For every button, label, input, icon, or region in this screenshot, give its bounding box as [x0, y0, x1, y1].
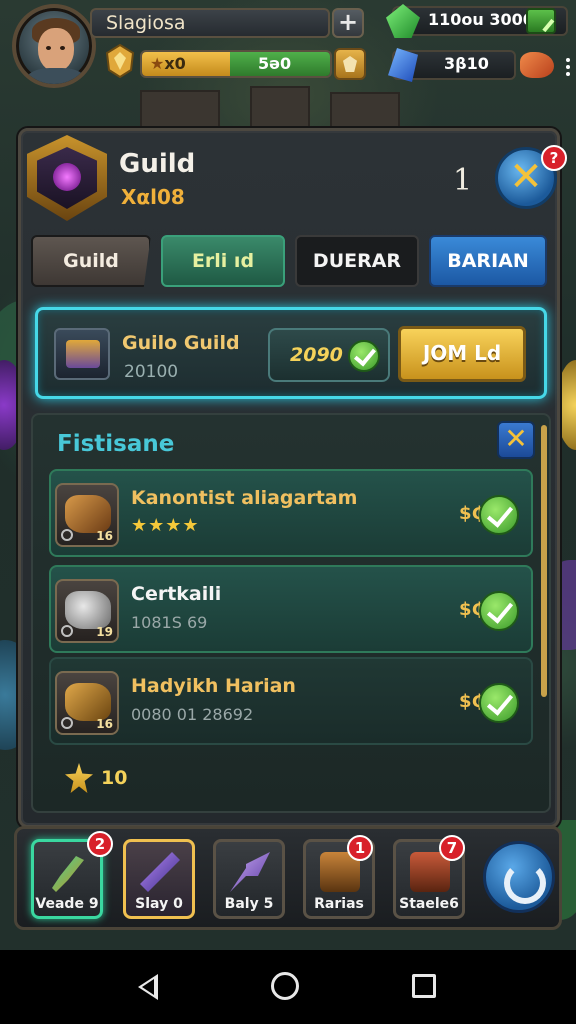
panel-subtitle: Xαl08	[121, 185, 185, 209]
item-name: Kanontist aliagartam	[131, 487, 358, 509]
member-count-value: 10	[101, 767, 128, 789]
guild-emblem-icon	[27, 135, 107, 221]
join-button[interactable]: JOM Ld	[398, 326, 526, 382]
list-close-button[interactable]: ✕	[497, 421, 535, 459]
bottom-dock: Veade 9 2 Slay 0 Baly 5 Rarias 1 Staele6…	[14, 826, 562, 930]
shield-button[interactable]	[334, 48, 366, 80]
dock-item-slay[interactable]: Slay 0	[123, 839, 195, 919]
item-sub: 1081S 69	[131, 613, 208, 632]
buy-gems-button[interactable]	[526, 8, 556, 34]
player-name: Slagiosa	[90, 8, 330, 38]
list-item[interactable]: 19 Certkaili 1081S 69 $₵	[49, 565, 533, 653]
featured-guild-card[interactable]: Guilo Guild 20100 2090 JOM Ld	[35, 307, 547, 399]
system-nav-bar	[0, 950, 576, 1024]
list-scrollbar[interactable]	[541, 425, 547, 697]
list-item[interactable]: 16 Hadyikh Harian 0080 01 28692 $₵	[49, 657, 533, 745]
dock-item-baly[interactable]: Baly 5	[213, 839, 285, 919]
price-value: 2090	[290, 344, 343, 366]
cannon-icon: 16	[55, 483, 119, 547]
check-icon	[348, 340, 380, 372]
guild-panel: Guild Xαl08 1 ✕ ? Guild Erli ıd DUERAR B…	[18, 128, 567, 828]
tab-barian[interactable]: BARIAN	[429, 235, 547, 287]
tab-duerar[interactable]: DUERAR	[295, 235, 419, 287]
recents-icon[interactable]	[412, 974, 436, 998]
item-sub: 0080 01 28692	[131, 705, 254, 724]
guild-number: 20100	[124, 362, 179, 382]
crystals-value: 3β10	[444, 54, 489, 73]
drum-icon: 19	[55, 579, 119, 643]
player-avatar[interactable]	[12, 4, 96, 88]
price-button[interactable]: 2090	[268, 328, 390, 382]
dock-badge: 2	[87, 831, 113, 857]
add-button[interactable]: +	[332, 8, 364, 38]
telescope-icon: 16	[55, 671, 119, 735]
list-item[interactable]: 16 Kanontist aliagartam ★★★★ $₵	[49, 469, 533, 557]
panel-title: Guild	[119, 149, 196, 179]
dock-badge: 7	[439, 835, 465, 861]
xp-left-value: ★x0	[150, 54, 186, 73]
back-icon[interactable]	[132, 970, 166, 1004]
item-level: 16	[96, 529, 113, 543]
top-hud: Slagiosa + ★x0 5ə0 110ou 3000ß 3β10	[0, 0, 576, 96]
food-icon	[520, 52, 554, 78]
star-icon	[65, 763, 93, 793]
list-title: Fistisane	[57, 431, 175, 457]
item-level: 19	[96, 625, 113, 639]
crystals-resource: 3β10	[384, 48, 576, 82]
item-stars: ★★★★	[131, 515, 200, 536]
torch-icon	[52, 856, 84, 892]
tab-bar: Guild Erli ıd DUERAR BARIAN	[31, 235, 551, 287]
tab-enlist[interactable]: Erli ıd	[161, 235, 285, 287]
item-level: 16	[96, 717, 113, 731]
dock-badge: 1	[347, 835, 373, 861]
panel-header: Guild Xαl08 1 ✕ ?	[21, 131, 567, 227]
xp-right-value: 5ə0	[258, 54, 292, 73]
arrow-icon	[230, 852, 270, 892]
crystal-blade-icon	[140, 852, 180, 892]
accept-button[interactable]	[479, 495, 519, 535]
refresh-button[interactable]	[483, 841, 555, 913]
accept-button[interactable]	[479, 591, 519, 631]
gems-resource: 110ou 3000ß	[384, 4, 576, 38]
guild-chest-icon	[54, 328, 110, 380]
xp-progress-bar: ★x0 5ə0	[140, 50, 332, 78]
gem-icon	[343, 56, 357, 72]
level-crest-icon	[105, 44, 135, 78]
item-name: Hadyikh Harian	[131, 675, 296, 697]
tab-guild[interactable]: Guild	[31, 235, 151, 287]
panel-count: 1	[453, 163, 473, 198]
home-icon[interactable]	[271, 972, 299, 1000]
more-menu-icon[interactable]	[566, 58, 572, 78]
item-name: Certkaili	[131, 583, 222, 605]
guild-list: Fistisane ✕ 16 Kanontist aliagartam ★★★★…	[31, 413, 551, 813]
guild-name: Guilo Guild	[122, 332, 240, 354]
help-badge[interactable]: ?	[541, 145, 567, 171]
accept-button[interactable]	[479, 683, 519, 723]
